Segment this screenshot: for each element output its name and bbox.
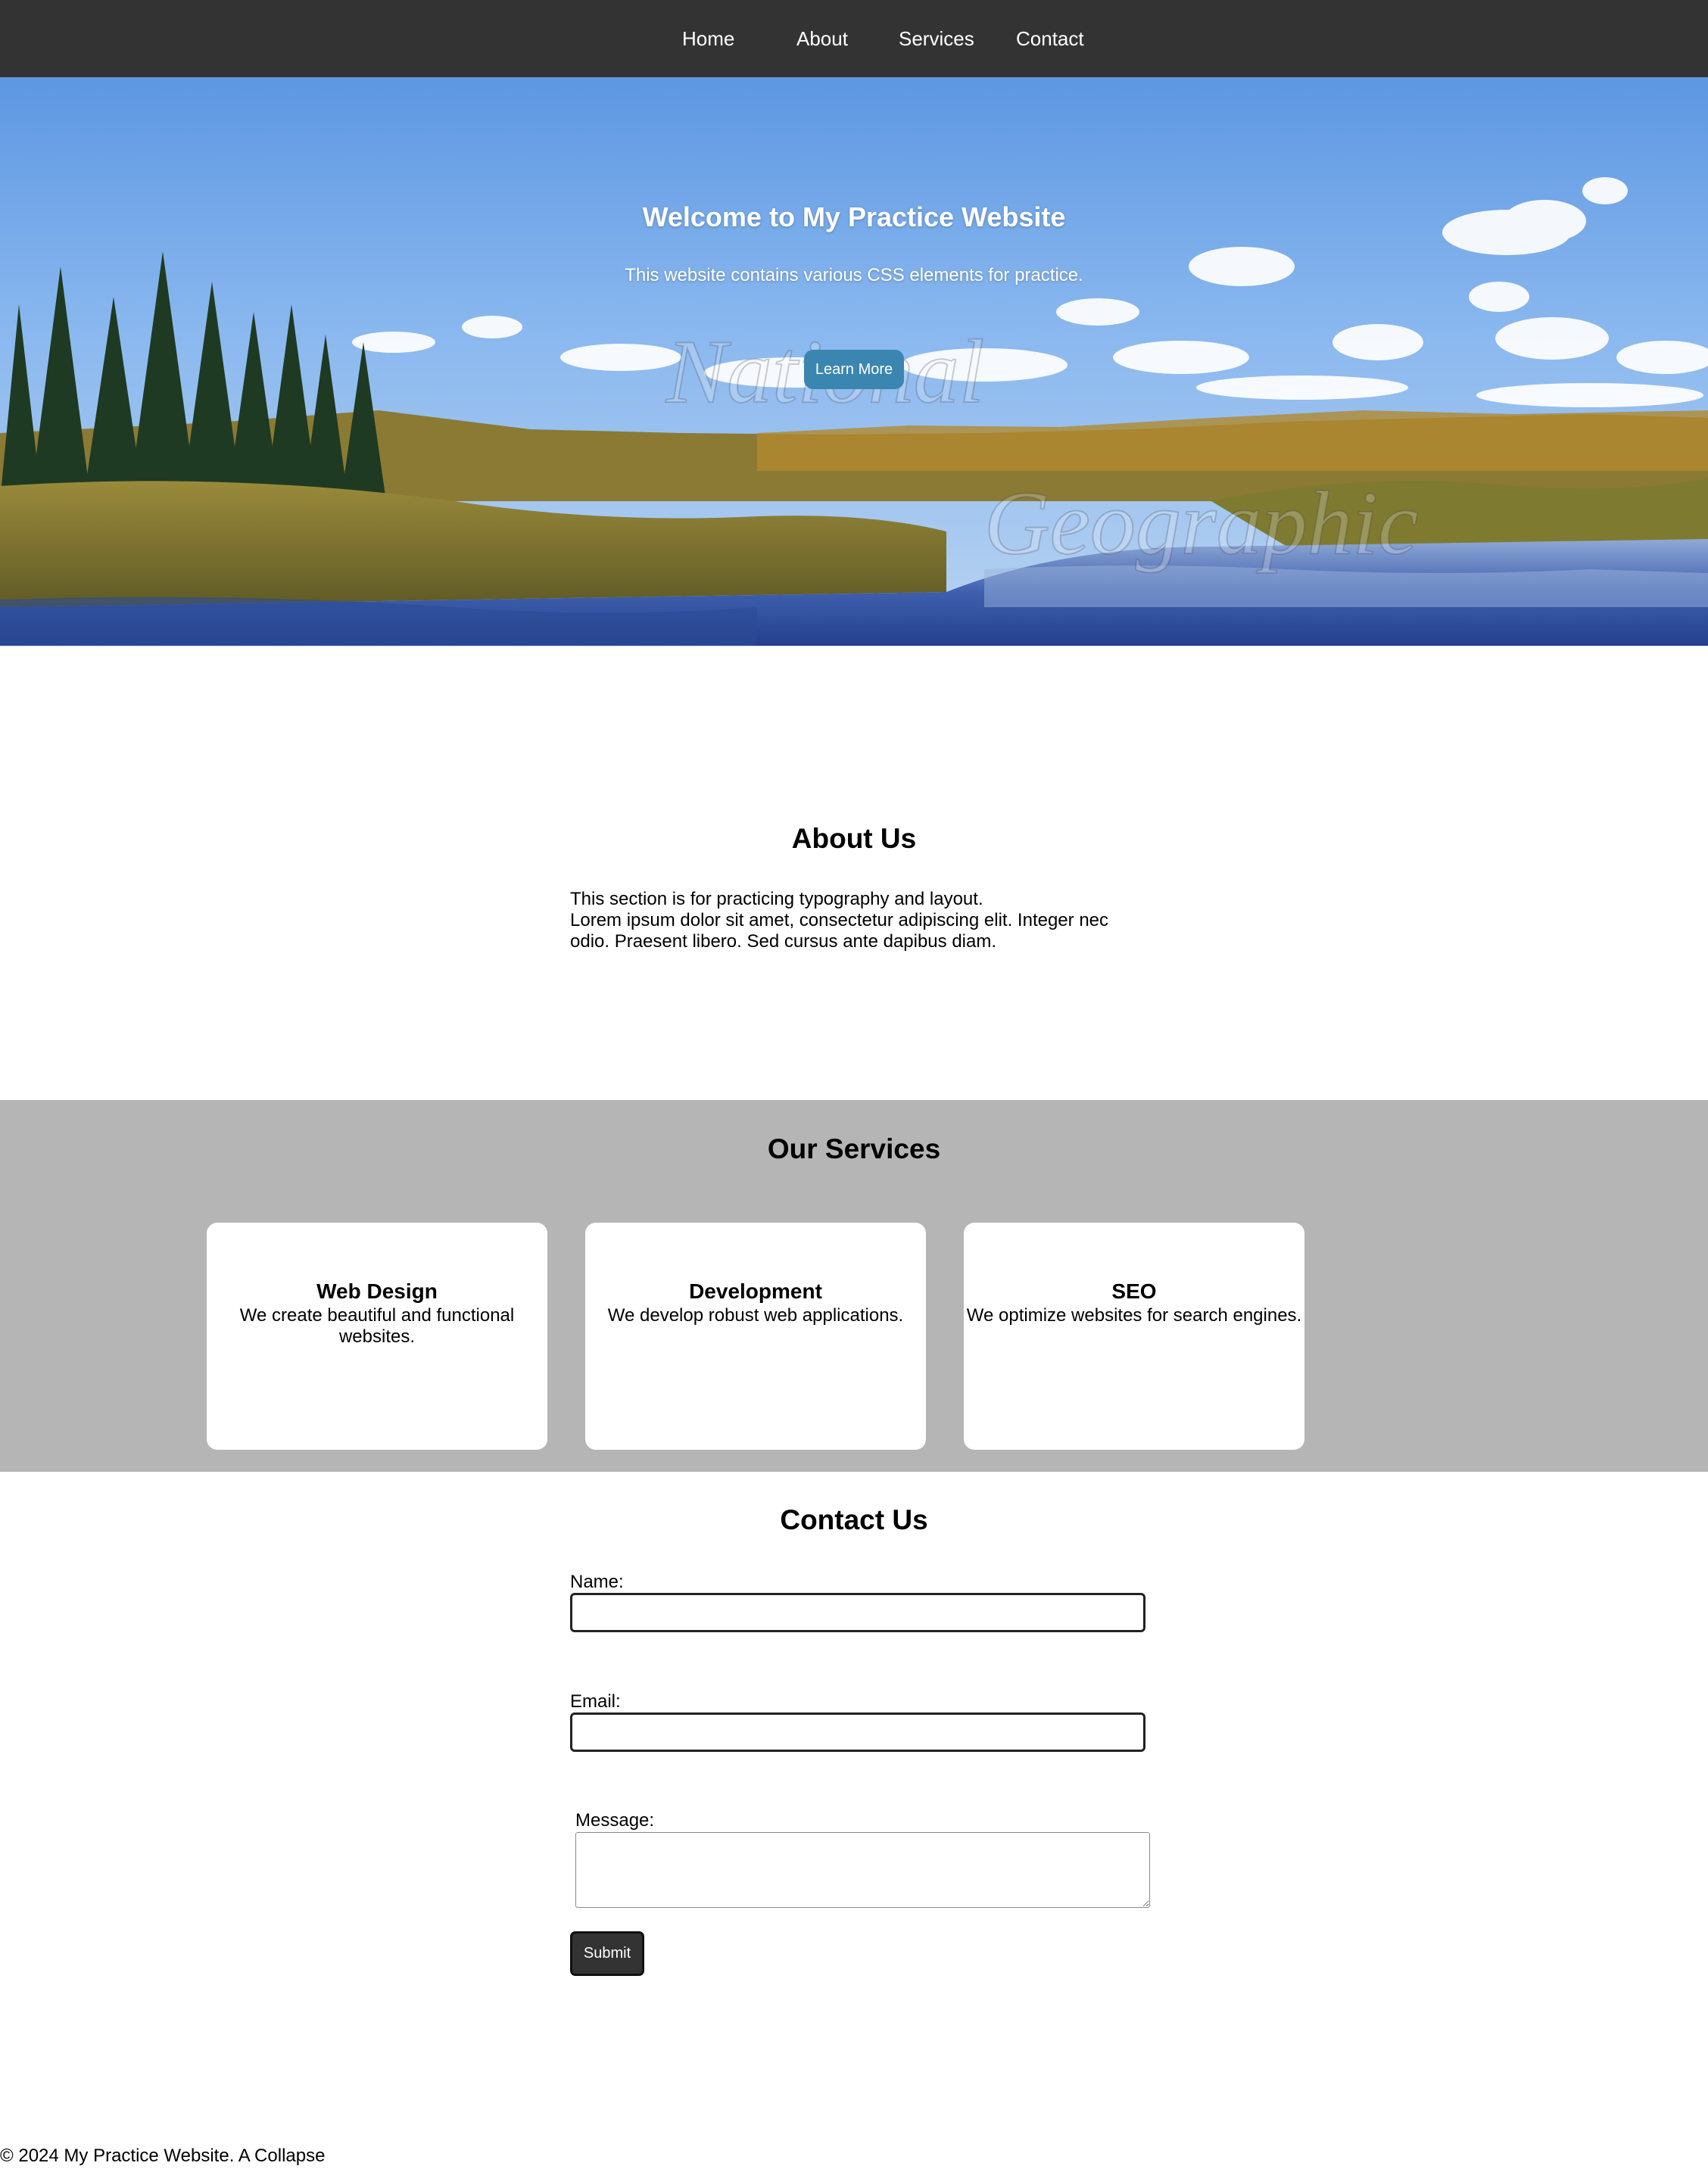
services-title: Our Services xyxy=(767,1133,941,1164)
hero-banner: National Geographic Welcome to My Practi… xyxy=(0,77,1708,646)
service-card-text: We develop robust web applications. xyxy=(607,1305,904,1326)
service-card-text: We create beautiful and functional websi… xyxy=(239,1305,515,1347)
hero-subtitle: This website contains various CSS elemen… xyxy=(625,265,1083,285)
learn-more-button[interactable]: Learn More xyxy=(804,350,904,389)
name-label: Name: xyxy=(570,1572,624,1592)
email-label: Email: xyxy=(570,1691,621,1712)
top-nav: Home About Services Contact xyxy=(0,0,1708,77)
service-card-web-design: Web Design We create beautiful and funct… xyxy=(207,1223,547,1450)
footer-text: © 2024 My Practice Website. A Collapse xyxy=(0,2146,326,2166)
message-label: Message: xyxy=(575,1810,655,1831)
submit-button[interactable]: Submit xyxy=(570,1931,644,1976)
about-text: This section is for practicing typograph… xyxy=(570,889,1130,952)
service-card-title: Development xyxy=(689,1279,822,1303)
about-title: About Us xyxy=(791,823,917,854)
service-card-seo: SEO We optimize websites for search engi… xyxy=(964,1223,1304,1450)
nav-about-link[interactable]: About xyxy=(796,0,848,77)
contact-title: Contact Us xyxy=(780,1504,928,1535)
about-line-2: Lorem ipsum dolor sit amet, consectetur … xyxy=(570,910,1109,952)
service-card-text: We optimize websites for search engines. xyxy=(966,1305,1302,1326)
watermark-word-2: Geographic xyxy=(983,472,1419,574)
name-input[interactable] xyxy=(570,1593,1145,1632)
nav-contact-link[interactable]: Contact xyxy=(1016,0,1084,77)
hero-title: Welcome to My Practice Website xyxy=(642,201,1066,232)
service-card-title: Web Design xyxy=(316,1279,438,1303)
email-input[interactable] xyxy=(570,1712,1145,1752)
service-card-development: Development We develop robust web applic… xyxy=(585,1223,926,1450)
services-section: Our Services Web Design We create beauti… xyxy=(0,1100,1708,1472)
about-line-1: This section is for practicing typograph… xyxy=(570,889,983,909)
nav-services-link[interactable]: Services xyxy=(899,0,974,77)
nav-home-link[interactable]: Home xyxy=(682,0,734,77)
service-card-title: SEO xyxy=(1111,1279,1157,1303)
message-textarea[interactable] xyxy=(575,1832,1150,1908)
